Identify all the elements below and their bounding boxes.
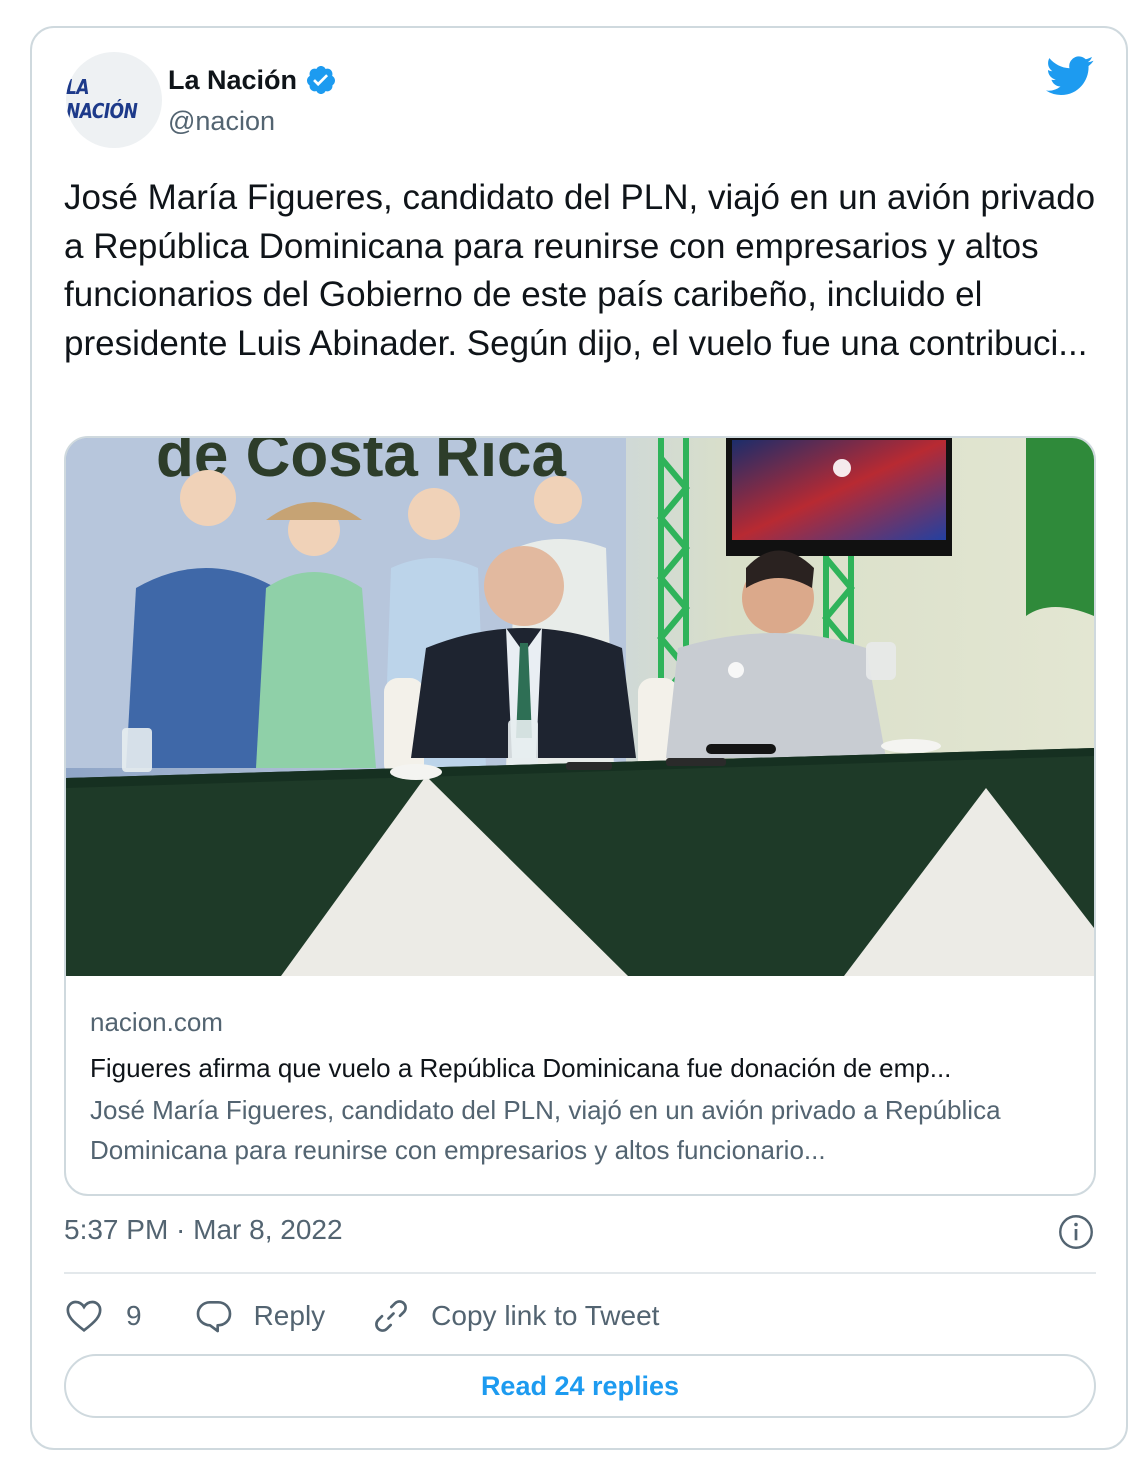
twitter-bird-icon[interactable] xyxy=(1046,56,1094,96)
tweet-timestamp[interactable]: 5:37 PM · Mar 8, 2022 xyxy=(64,1214,343,1246)
avatar[interactable]: LA NACIÓN xyxy=(66,52,162,148)
like-button[interactable]: 9 xyxy=(64,1296,142,1336)
link-description: José María Figueres, candidato del PLN, … xyxy=(90,1095,1001,1165)
account-name-row: La Nación xyxy=(168,64,337,96)
copy-link-button[interactable]: Copy link to Tweet xyxy=(371,1296,659,1336)
tweet-text: José María Figueres, candidato del PLN, … xyxy=(64,178,1096,363)
link-title: Figueres afirma que vuelo a República Do… xyxy=(90,1053,952,1083)
like-count: 9 xyxy=(126,1300,142,1331)
account-name[interactable]: La Nación xyxy=(168,65,297,96)
copy-link-label: Copy link to Tweet xyxy=(431,1300,660,1331)
avatar-logo-text: LA NACIÓN xyxy=(66,76,138,124)
link-preview-card[interactable]: de Costa Rica nacion.com Figueres afirma… xyxy=(64,436,1096,1196)
info-icon[interactable] xyxy=(1058,1214,1094,1250)
link-domain: nacion.com xyxy=(90,1007,223,1037)
article-photo: de Costa Rica xyxy=(66,438,1094,976)
link-icon xyxy=(375,1300,408,1332)
verified-badge-icon xyxy=(307,66,336,94)
reply-button[interactable]: Reply xyxy=(194,1296,326,1336)
heart-icon xyxy=(66,1300,102,1333)
reply-label: Reply xyxy=(253,1300,326,1331)
read-replies-button[interactable]: Read 24 replies xyxy=(64,1354,1096,1418)
account-handle[interactable]: @nacion xyxy=(168,106,275,137)
tweet-actions: 9 Reply Copy link to Tweet xyxy=(64,1294,659,1338)
tweet-card[interactable]: LA NACIÓN La Nación @nacion José María F… xyxy=(30,26,1128,1450)
link-meta: nacion.com Figueres afirma que vuelo a R… xyxy=(90,1002,1070,1170)
speech-bubble-icon xyxy=(196,1301,231,1333)
divider xyxy=(64,1272,1096,1274)
